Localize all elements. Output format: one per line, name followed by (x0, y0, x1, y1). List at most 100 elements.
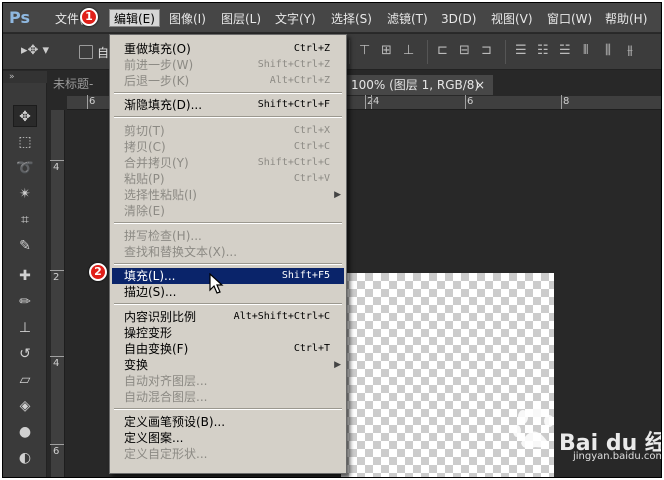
menu-item-define-brush-preset[interactable]: 定义画笔预设(B)... (112, 414, 344, 430)
ruler-label: 4 (53, 358, 60, 369)
align-hcenter-icon[interactable]: ⊟ (459, 43, 470, 58)
ruler-tick (50, 444, 64, 445)
tab-close-icon[interactable]: × (475, 75, 485, 95)
photoshop-window: Ps 文件(F) 编辑(E) 图像(I) 图层(L) 文字(Y) 选择(S) 滤… (2, 2, 662, 478)
menu-help[interactable]: 帮助(H) (601, 10, 651, 28)
align-vcenter-icon[interactable]: ⊞ (381, 43, 392, 58)
mouse-cursor-icon (209, 273, 224, 294)
ruler-label: 4 (53, 162, 60, 173)
move-tool-icon[interactable]: ✥ (13, 105, 37, 127)
menu-item-step-forward[interactable]: 前进一步(W) Shift+Ctrl+Z (112, 57, 344, 73)
ruler-label: 4 (373, 96, 380, 107)
menu-item-check-spelling[interactable]: 拼写检查(H)... (112, 228, 344, 244)
align-top-icon[interactable]: ⊤ (359, 43, 370, 58)
menu-layer[interactable]: 图层(L) (217, 10, 265, 28)
ruler-tick (50, 356, 64, 357)
ruler-tick (50, 160, 64, 161)
ruler-label: 2 (53, 272, 60, 283)
menu-select[interactable]: 选择(S) (327, 10, 376, 28)
crop-tool-icon[interactable]: ⌗ (13, 209, 37, 231)
ruler-label: 6 (89, 96, 96, 107)
distribute-hcenter-icon[interactable]: ⫼ (605, 43, 611, 58)
menu-separator (114, 263, 342, 265)
menu-type[interactable]: 文字(Y) (271, 10, 320, 28)
menu-item-auto-blend-layers[interactable]: 自动混合图层... (112, 389, 344, 405)
ruler-label: 6 (53, 446, 60, 457)
marquee-tool-icon[interactable]: ⬚ (13, 131, 37, 153)
menu-item-define-custom-shape[interactable]: 定义自定形状... (112, 446, 344, 462)
lasso-tool-icon[interactable]: ➰ (13, 157, 37, 179)
menu-3d[interactable]: 3D(D) (437, 10, 480, 28)
blur-tool-icon[interactable]: ● (13, 421, 37, 443)
menu-item-free-transform[interactable]: 自由变换(F) Ctrl+T (112, 341, 344, 357)
menu-item-redo-fill[interactable]: 重做填充(O) Ctrl+Z (112, 41, 344, 57)
move-tool-preset-icon[interactable]: ▸✥ ▾ (21, 43, 49, 58)
menu-view[interactable]: 视图(V) (487, 10, 537, 28)
auto-select-label: 自 (97, 46, 110, 60)
tab-active-document[interactable]: 100% (图层 1, RGB/8) (343, 75, 493, 95)
menu-item-fill[interactable]: 填充(L)... Shift+F5 (112, 268, 344, 284)
magic-wand-tool-icon[interactable]: ✴ (13, 183, 37, 205)
ruler-tick (87, 95, 88, 109)
distribute-left-icon[interactable]: ⫴ (583, 43, 588, 58)
menu-item-copy-merged[interactable]: 合并拷贝(Y) Shift+Ctrl+C (112, 155, 344, 171)
menu-item-step-backward[interactable]: 后退一步(K) Alt+Ctrl+Z (112, 73, 344, 89)
menu-item-define-pattern[interactable]: 定义图案... (112, 430, 344, 446)
distribute-bottom-icon[interactable]: ☱ (559, 43, 571, 58)
menu-separator (114, 92, 342, 94)
menu-item-paste[interactable]: 粘贴(P) Ctrl+V (112, 171, 344, 187)
baidu-jingyan-watermark: Bai du 经验 jingyan.baidu.com (503, 405, 661, 465)
distribute-vcenter-icon[interactable]: ☷ (537, 43, 549, 58)
ruler-tick (465, 95, 466, 109)
ruler-tick (365, 95, 366, 109)
history-brush-tool-icon[interactable]: ↺ (13, 343, 37, 365)
ruler-label: 6 (467, 96, 474, 107)
distribute-right-icon[interactable]: ⫵ (627, 43, 633, 58)
menu-edit[interactable]: 编辑(E) (109, 9, 160, 27)
align-bottom-icon[interactable]: ⊥ (403, 43, 414, 58)
menu-item-find-replace[interactable]: 查找和替换文本(X)... (112, 244, 344, 260)
ruler-tick (371, 95, 372, 109)
menu-separator (114, 116, 342, 118)
menu-item-transform[interactable]: 变换 ▶ (112, 357, 344, 373)
step-badge-1: 1 (80, 8, 98, 26)
menu-item-paste-special[interactable]: 选择性粘贴(I) ▶ (112, 187, 344, 203)
menu-item-content-aware-scale[interactable]: 内容识别比例 Alt+Shift+Ctrl+C (112, 309, 344, 325)
ruler-tick (561, 95, 562, 109)
photoshop-logo: Ps (9, 8, 30, 27)
vertical-ruler: 4 2 4 6 (50, 110, 65, 477)
menu-separator (114, 222, 342, 224)
menu-filter[interactable]: 滤镜(T) (383, 10, 432, 28)
paint-bucket-tool-icon[interactable]: ◈ (13, 395, 37, 417)
eraser-tool-icon[interactable]: ▱ (13, 369, 37, 391)
menu-bar: Ps 文件(F) 编辑(E) 图像(I) 图层(L) 文字(Y) 选择(S) 滤… (3, 3, 661, 33)
distribute-top-icon[interactable]: ☰ (515, 43, 527, 58)
menu-item-copy[interactable]: 拷贝(C) Ctrl+C (112, 139, 344, 155)
tab-untitled[interactable]: 未标题- (53, 75, 93, 93)
healing-brush-tool-icon[interactable]: ✚ (13, 265, 37, 287)
menu-item-stroke[interactable]: 描边(S)... (112, 284, 344, 300)
menu-item-clear[interactable]: 清除(E) (112, 203, 344, 219)
menu-item-auto-align-layers[interactable]: 自动对齐图层... (112, 373, 344, 389)
watermark-url: jingyan.baidu.com (573, 451, 662, 462)
clone-stamp-tool-icon[interactable]: ⊥ (13, 317, 37, 339)
menu-separator (114, 303, 342, 305)
align-left-icon[interactable]: ⊏ (437, 43, 448, 58)
eyedropper-tool-icon[interactable]: ✎ (13, 235, 37, 257)
step-badge-2: 2 (89, 263, 107, 281)
menu-item-puppet-warp[interactable]: 操控变形 (112, 325, 344, 341)
auto-select-checkbox[interactable] (79, 45, 93, 59)
panel-collapse-icon[interactable]: » (3, 71, 47, 83)
dodge-tool-icon[interactable]: ◐ (13, 447, 37, 469)
menu-image[interactable]: 图像(I) (165, 10, 210, 28)
ruler-label: 8 (563, 96, 570, 107)
brush-tool-icon[interactable]: ✏ (13, 291, 37, 313)
options-divider (505, 40, 506, 64)
menu-item-cut[interactable]: 剪切(T) Ctrl+X (112, 123, 344, 139)
baidu-paw-logo-icon (513, 407, 554, 449)
menu-item-fade-fill[interactable]: 渐隐填充(D)... Shift+Ctrl+F (112, 97, 344, 113)
menu-window[interactable]: 窗口(W) (543, 10, 596, 28)
ruler-tick (50, 270, 64, 271)
align-right-icon[interactable]: ⊐ (481, 43, 492, 58)
options-divider (427, 40, 428, 64)
